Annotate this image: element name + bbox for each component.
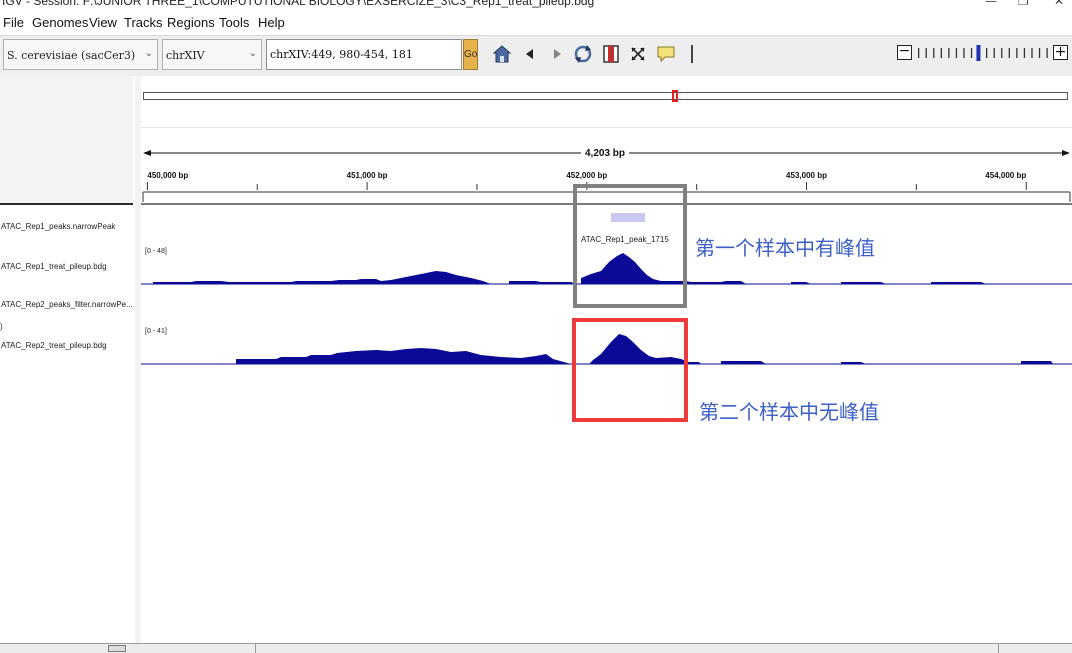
rep1-peak-highlight-box [573,184,687,308]
zoom-tick [948,48,950,58]
go-button[interactable]: Go [463,39,478,70]
track-name-rep2-pileup[interactable]: ATAC_Rep2_treat_pileup.bdg [1,341,107,350]
popup-info-icon[interactable] [655,42,677,66]
zoom-tick [1038,48,1041,58]
menu-tools[interactable]: Tools [219,15,249,30]
chevron-down-icon: ⌄ [144,48,153,59]
menu-file[interactable]: File [3,15,24,30]
menu-regions[interactable]: Regions [167,15,215,30]
locus-input[interactable] [266,39,462,70]
zoom-slider[interactable] [915,44,1051,62]
track-name-rep1-pileup[interactable]: ATAC_Rep1_treat_pileup.bdg [1,262,107,271]
zoom-tick [970,48,973,58]
ruler-span-label: 4,203 bp [581,148,630,159]
zoom-tick [1046,48,1048,58]
zoom-tick [1008,48,1010,58]
toolbar-divider [691,45,693,63]
home-icon[interactable] [491,42,513,66]
track-name-rep2-peaks[interactable]: ATAC_Rep2_peaks_filter.narrowPe... [1,300,133,309]
zoom-tick [925,48,927,58]
ruler-separator [141,127,1072,128]
chromosome-select-value: chrXIV [166,49,205,62]
zoom-tick [1001,48,1003,58]
track-name-marker: ) [0,322,3,331]
rep2-annotation-text: 第二个样本中无峰值 [699,400,879,424]
menu-view[interactable]: View [89,15,117,30]
region-of-interest-icon[interactable] [600,42,622,66]
zoom-tick [963,48,965,58]
rep1-annotation-text: 第一个样本中有峰值 [695,236,875,260]
zoom-out-button[interactable]: − [897,44,912,60]
track-name-rep1-peaks[interactable]: ATAC_Rep1_peaks.narrowPeak [1,222,115,231]
window-title: IGV - Session: F:\JUNIOR THREE_1\COMPUTU… [2,0,595,8]
back-arrow-icon[interactable] [519,42,541,66]
ruler-tick-label: 450,000 bp [147,171,188,180]
menu-help[interactable]: Help [258,15,285,30]
ruler-tick-label: 451,000 bp [347,171,388,180]
rep2-peak-highlight-box [572,318,688,422]
zoom-tick [955,48,958,58]
menu-tracks[interactable]: Tracks [124,15,163,30]
ruler-arrow-left [143,150,151,156]
refresh-icon[interactable] [572,42,594,66]
zoom-tick [1016,48,1018,58]
ruler-tick-label: 452,000 bp [566,171,607,180]
zoom-tick [933,48,935,58]
genome-select[interactable]: S. cerevisiae (sacCer3) ⌄ [3,39,158,70]
minimize-icon[interactable]: — [985,0,997,8]
menu-genomes[interactable]: Genomes [32,15,88,30]
chromosome-ideogram[interactable] [143,92,1068,100]
zoom-tick [1023,48,1026,58]
current-region-marker [672,90,678,102]
forward-arrow-icon[interactable] [546,42,568,66]
zoom-tick [1031,48,1033,58]
restore-icon[interactable]: ❐ [1018,0,1029,8]
name-panel-header [0,76,133,205]
ruler-tick-label: 453,000 bp [786,171,827,180]
memory-icon [108,645,126,652]
ruler-arrow-right [1062,150,1070,156]
close-icon[interactable]: ✕ [1054,0,1064,8]
zoom-level-indicator [976,45,981,61]
zoom-tick [993,48,995,58]
zoom-tick [986,48,988,58]
title-bar: IGV - Session: F:\JUNIOR THREE_1\COMPUTU… [0,0,1072,12]
chevron-down-icon: ⌄ [248,48,257,59]
zoom-in-button[interactable]: + [1053,45,1068,60]
menu-bar: File Genomes View Tracks Regions Tools H… [0,12,1072,34]
zoom-tick [918,48,920,58]
fit-window-icon[interactable] [627,42,649,66]
ruler-tick-label: 454,000 bp [985,171,1026,180]
zoom-tick [940,48,942,58]
toolbar: S. cerevisiae (sacCer3) ⌄ chrXIV ⌄ Go − … [0,35,1072,77]
chromosome-select[interactable]: chrXIV ⌄ [162,39,262,70]
genome-select-value: S. cerevisiae (sacCer3) [7,49,136,62]
